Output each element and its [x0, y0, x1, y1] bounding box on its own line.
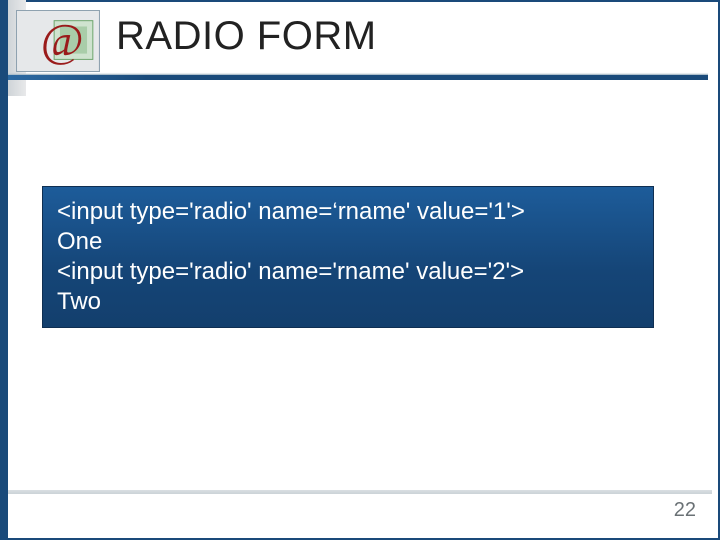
slide-title: RADIO FORM [116, 14, 377, 59]
slide: @ RADIO FORM <input type='radio' name=‘r… [0, 0, 720, 540]
code-line-4: Two [57, 288, 101, 315]
footer-divider [8, 490, 712, 494]
code-line-2: One [57, 228, 102, 255]
svg-text:@: @ [41, 16, 84, 67]
title-underline [8, 74, 708, 80]
code-line-3: <input type='radio' name='rname' value='… [57, 258, 524, 285]
code-example-panel: <input type='radio' name=‘rname' value='… [42, 186, 654, 328]
code-line-1: <input type='radio' name=‘rname' value='… [57, 198, 525, 225]
page-number: 22 [674, 499, 696, 522]
at-sign-money-icon: @ [16, 10, 100, 72]
left-accent-bar [0, 0, 8, 540]
